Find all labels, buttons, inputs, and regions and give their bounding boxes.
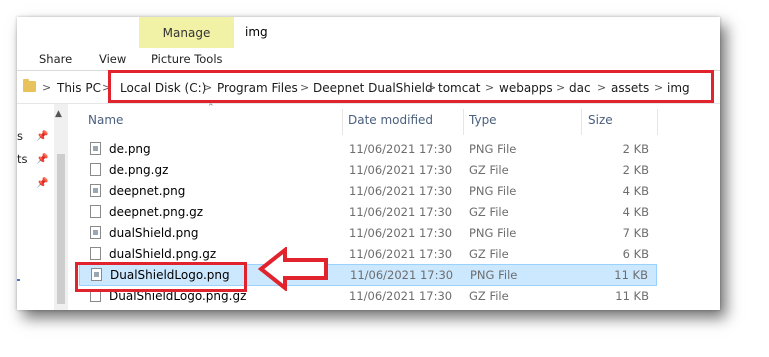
navigation-pane: s ts 📌 📌 📌 ▲ bbox=[17, 104, 69, 310]
column-header-date[interactable]: Date modified bbox=[348, 113, 433, 127]
column-header-type[interactable]: Type bbox=[469, 113, 497, 127]
file-type: PNG File bbox=[469, 142, 517, 156]
sort-ascending-icon: ⌃ bbox=[207, 103, 215, 113]
window-title: img bbox=[245, 25, 268, 39]
address-highlight-box bbox=[108, 70, 714, 103]
file-name: deepnet.png.gz bbox=[109, 205, 204, 219]
file-name: deepnet.png bbox=[109, 184, 186, 198]
file-icon bbox=[90, 247, 101, 260]
file-size: 7 KB bbox=[622, 226, 649, 240]
chevron-right-icon[interactable]: > bbox=[42, 81, 51, 94]
breadcrumb-this-pc[interactable]: This PC bbox=[57, 81, 101, 95]
nav-scrollbar-thumb[interactable] bbox=[57, 154, 65, 304]
file-row[interactable]: deepnet.png 11/06/2021 17:30 PNG File 4 … bbox=[79, 181, 657, 202]
file-row[interactable]: de.png.gz 11/06/2021 17:30 GZ File 2 KB bbox=[79, 160, 657, 181]
column-divider[interactable] bbox=[657, 109, 658, 135]
file-icon bbox=[90, 163, 101, 176]
file-date: 11/06/2021 17:30 bbox=[349, 289, 453, 303]
folder-icon bbox=[23, 79, 36, 92]
tab-view[interactable]: View bbox=[99, 52, 126, 66]
file-type: GZ File bbox=[469, 163, 509, 177]
pin-icon[interactable]: 📌 bbox=[36, 154, 48, 165]
file-name: de.png.gz bbox=[109, 163, 169, 177]
column-header-size[interactable]: Size bbox=[588, 113, 613, 127]
nav-item-label[interactable]: ts bbox=[17, 152, 28, 166]
file-row[interactable]: deepnet.png.gz 11/06/2021 17:30 GZ File … bbox=[79, 202, 657, 223]
file-size: 6 KB bbox=[622, 247, 649, 261]
column-divider[interactable] bbox=[581, 109, 582, 135]
file-row[interactable]: dualShield.png 11/06/2021 17:30 PNG File… bbox=[79, 223, 657, 244]
file-size: 4 KB bbox=[622, 184, 649, 198]
column-divider[interactable] bbox=[342, 109, 343, 135]
file-date: 11/06/2021 17:30 bbox=[349, 226, 453, 240]
file-row[interactable]: de.png 11/06/2021 17:30 PNG File 2 KB bbox=[79, 139, 657, 160]
file-date: 11/06/2021 17:30 bbox=[349, 163, 453, 177]
file-date: 11/06/2021 17:30 bbox=[349, 205, 453, 219]
column-divider[interactable] bbox=[463, 109, 464, 135]
file-type: PNG File bbox=[470, 268, 518, 282]
png-file-icon bbox=[90, 142, 101, 155]
ribbon: Manage img Share View Picture Tools bbox=[17, 17, 720, 71]
tab-share[interactable]: Share bbox=[39, 52, 72, 66]
file-type: GZ File bbox=[469, 289, 509, 303]
file-size: 2 KB bbox=[622, 142, 649, 156]
png-file-icon bbox=[90, 226, 101, 239]
file-name: de.png bbox=[109, 142, 151, 156]
pin-icon[interactable]: 📌 bbox=[36, 178, 48, 189]
file-type: PNG File bbox=[469, 226, 517, 240]
context-group-label: Manage bbox=[162, 26, 211, 40]
file-date: 11/06/2021 17:30 bbox=[349, 247, 453, 261]
file-date: 11/06/2021 17:30 bbox=[349, 184, 453, 198]
file-date: 11/06/2021 17:30 bbox=[349, 142, 453, 156]
png-file-icon bbox=[90, 184, 101, 197]
scroll-up-icon[interactable]: ▲ bbox=[55, 109, 62, 119]
file-date: 11/06/2021 17:30 bbox=[350, 268, 454, 282]
file-type: GZ File bbox=[469, 205, 509, 219]
file-name: dualShield.png.gz bbox=[109, 247, 217, 261]
file-highlight-box bbox=[75, 262, 247, 292]
file-size: 11 KB bbox=[615, 289, 649, 303]
file-type: GZ File bbox=[469, 247, 509, 261]
nav-indicator bbox=[17, 279, 20, 281]
file-size: 2 KB bbox=[622, 163, 649, 177]
file-size: 4 KB bbox=[622, 205, 649, 219]
file-size: 11 KB bbox=[614, 268, 648, 282]
file-type: PNG File bbox=[469, 184, 517, 198]
file-icon bbox=[90, 205, 101, 218]
annotation-arrow-icon bbox=[258, 247, 328, 291]
nav-item-label[interactable]: s bbox=[17, 129, 23, 143]
file-name: dualShield.png bbox=[109, 226, 199, 240]
pin-icon[interactable]: 📌 bbox=[36, 131, 48, 142]
column-header-name[interactable]: Name bbox=[88, 113, 123, 127]
tab-picture-tools[interactable]: Picture Tools bbox=[151, 52, 223, 66]
